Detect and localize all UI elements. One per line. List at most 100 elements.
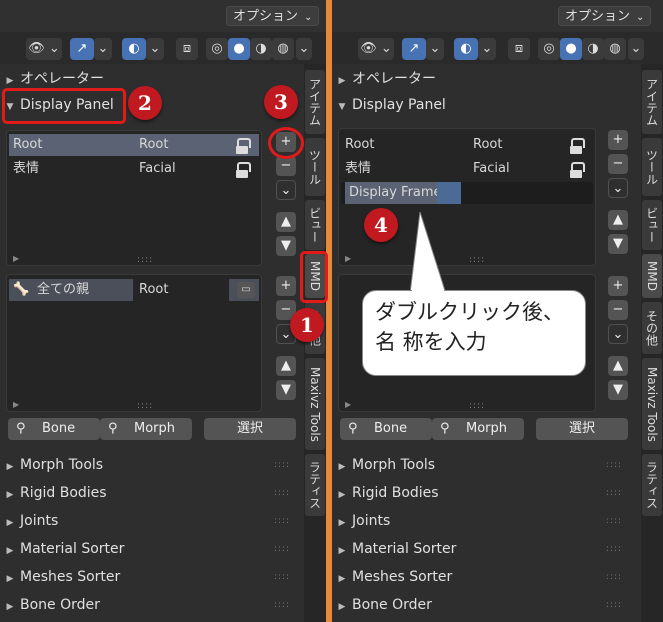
overlay-icon[interactable]: ◐ bbox=[122, 38, 146, 60]
remove-item-button[interactable]: − bbox=[608, 300, 628, 320]
sidebar-content: ▶ オペレーター ▼ Display Panel Root Root 表情 Faci… bbox=[0, 64, 304, 622]
wireframe-shading-icon[interactable]: ◎ bbox=[206, 38, 228, 60]
header-bar: オプション ⌄ 👁 ⌄ ↗ ⌄ ◐ ⌄ ⧈ ◎ ● ◑ ◍ ⌄ bbox=[0, 0, 326, 64]
callout-2: 2 bbox=[128, 86, 162, 120]
item-menu-chevron-icon[interactable]: ⌄ bbox=[608, 324, 628, 344]
monitor-icon[interactable]: ▭ bbox=[237, 282, 255, 298]
text-cursor-highlight bbox=[437, 182, 461, 204]
tab-maxivz-tools[interactable]: Maxivz Tools bbox=[642, 358, 662, 450]
section-operator[interactable]: ▶ オペレーター bbox=[332, 66, 632, 92]
chevron-down-icon: ⌄ bbox=[636, 12, 645, 23]
material-shading-icon[interactable]: ◑ bbox=[582, 38, 604, 60]
rendered-shading-icon[interactable]: ◍ bbox=[604, 38, 626, 60]
section-meshes-sorter[interactable]: ▶ Meshes Sorter:::: bbox=[332, 564, 632, 590]
chevron-down-icon[interactable]: ⌄ bbox=[146, 38, 164, 60]
chevron-down-icon[interactable]: ⌄ bbox=[628, 38, 644, 60]
options-dropdown[interactable]: オプション ⌄ bbox=[226, 6, 320, 26]
add-item-button[interactable]: + bbox=[608, 276, 628, 296]
tab-tool[interactable]: ツール bbox=[305, 138, 325, 196]
tab-other[interactable]: その他 bbox=[642, 302, 662, 354]
section-rigid-bodies[interactable]: ▶ Rigid Bodies:::: bbox=[0, 480, 300, 506]
chevron-down-icon[interactable]: ⌄ bbox=[94, 38, 112, 60]
add-frame-button[interactable]: + bbox=[608, 130, 628, 150]
section-joints[interactable]: ▶ Joints:::: bbox=[0, 508, 300, 534]
display-frame-list: Root Root 表情 Facial Display Frame ▶ :::: bbox=[338, 128, 596, 266]
item-move-up-button[interactable]: ▲ bbox=[276, 356, 296, 376]
wireframe-shading-icon[interactable]: ◎ bbox=[538, 38, 560, 60]
item-move-down-button[interactable]: ▼ bbox=[608, 380, 628, 400]
item-move-up-button[interactable]: ▲ bbox=[608, 356, 628, 376]
resize-grip-icon[interactable]: :::: bbox=[137, 401, 153, 411]
xray-icon[interactable]: ⧈ bbox=[508, 38, 530, 60]
tab-maxivz-tools[interactable]: Maxivz Tools bbox=[305, 358, 325, 450]
select-button[interactable]: 選択 bbox=[536, 418, 628, 440]
section-bone-order[interactable]: ▶ Bone Order:::: bbox=[332, 592, 632, 618]
list-item[interactable]: 表情 Facial bbox=[341, 158, 593, 180]
resize-grip-icon[interactable]: :::: bbox=[469, 255, 485, 265]
list-item[interactable]: 🦴 全ての親 Root ▭ bbox=[9, 279, 259, 301]
remove-frame-button[interactable]: − bbox=[276, 156, 296, 176]
tab-view[interactable]: ビュー bbox=[642, 200, 662, 250]
section-material-sorter[interactable]: ▶ Material Sorter:::: bbox=[332, 536, 632, 562]
xray-icon[interactable]: ⧈ bbox=[176, 38, 198, 60]
section-morph-tools[interactable]: ▶ Morph Tools:::: bbox=[0, 452, 300, 478]
bone-button[interactable]: ⚲ Bone bbox=[340, 418, 432, 440]
section-joints[interactable]: ▶ Joints:::: bbox=[332, 508, 632, 534]
expand-triangle-icon[interactable]: ▶ bbox=[13, 254, 19, 263]
bone-button[interactable]: ⚲ Bone bbox=[8, 418, 100, 440]
add-item-button[interactable]: + bbox=[276, 276, 296, 296]
expand-triangle-icon[interactable]: ▶ bbox=[345, 400, 351, 409]
remove-frame-button[interactable]: − bbox=[608, 154, 628, 174]
chevron-down-icon[interactable]: ⌄ bbox=[296, 38, 312, 60]
move-down-button[interactable]: ▼ bbox=[276, 236, 296, 256]
rendered-shading-icon[interactable]: ◍ bbox=[272, 38, 294, 60]
options-dropdown[interactable]: オプション ⌄ bbox=[558, 6, 652, 26]
gizmo-icon[interactable]: ↗ bbox=[402, 38, 426, 60]
item-move-down-button[interactable]: ▼ bbox=[276, 380, 296, 400]
material-shading-icon[interactable]: ◑ bbox=[250, 38, 272, 60]
visibility-eye-icon[interactable]: 👁 ⌄ bbox=[26, 38, 62, 60]
solid-shading-icon[interactable]: ● bbox=[228, 38, 250, 60]
section-bone-order[interactable]: ▶ Bone Order:::: bbox=[0, 592, 300, 618]
chevron-down-icon[interactable]: ⌄ bbox=[478, 38, 496, 60]
tab-tool[interactable]: ツール bbox=[642, 138, 662, 196]
resize-grip-icon[interactable]: :::: bbox=[469, 401, 485, 411]
callout-3: 3 bbox=[264, 85, 298, 119]
chevron-down-icon[interactable]: ⌄ bbox=[426, 38, 444, 60]
morph-button[interactable]: ⚲ Morph bbox=[432, 418, 524, 440]
section-rigid-bodies[interactable]: ▶ Rigid Bodies:::: bbox=[332, 480, 632, 506]
tab-lattice[interactable]: ラティス bbox=[305, 454, 325, 516]
tab-lattice[interactable]: ラティス bbox=[642, 454, 662, 516]
gizmo-icon[interactable]: ↗ bbox=[70, 38, 94, 60]
tab-mmd[interactable]: MMD bbox=[642, 254, 662, 298]
morph-button[interactable]: ⚲ Morph bbox=[100, 418, 192, 440]
new-frame-name-field[interactable]: Display Frame bbox=[341, 182, 593, 204]
frame-menu-chevron-icon[interactable]: ⌄ bbox=[608, 178, 628, 198]
section-material-sorter[interactable]: ▶ Material Sorter:::: bbox=[0, 536, 300, 562]
frame-items-list: 🦴 全ての親 Root ▭ ▶ :::: bbox=[6, 274, 262, 412]
expand-triangle-icon[interactable]: ▶ bbox=[13, 400, 19, 409]
section-display-panel[interactable]: ▼ Display Panel bbox=[332, 92, 632, 118]
move-up-button[interactable]: ▲ bbox=[276, 212, 296, 232]
move-up-button[interactable]: ▲ bbox=[608, 210, 628, 230]
tab-item[interactable]: アイテム bbox=[642, 70, 662, 134]
list-item[interactable]: 表情 Facial bbox=[9, 158, 259, 180]
tab-view[interactable]: ビュー bbox=[305, 200, 325, 250]
section-meshes-sorter[interactable]: ▶ Meshes Sorter:::: bbox=[0, 564, 300, 590]
expand-triangle-icon[interactable]: ▶ bbox=[345, 254, 351, 263]
options-label: オプション bbox=[233, 9, 299, 24]
bubble-line-2: 名 称を入力 bbox=[375, 330, 487, 354]
tab-item[interactable]: アイテム bbox=[305, 70, 325, 134]
sidebar-tabs: アイテム ツール ビュー MMD その他 Maxivz Tools ラティス bbox=[304, 64, 326, 622]
resize-grip-icon[interactable]: :::: bbox=[137, 255, 153, 265]
sidebar-tabs: アイテム ツール ビュー MMD その他 Maxivz Tools ラティス bbox=[641, 64, 663, 622]
overlay-icon[interactable]: ◐ bbox=[454, 38, 478, 60]
move-down-button[interactable]: ▼ bbox=[608, 234, 628, 254]
section-morph-tools[interactable]: ▶ Morph Tools:::: bbox=[332, 452, 632, 478]
visibility-eye-icon[interactable]: 👁 ⌄ bbox=[358, 38, 394, 60]
select-button[interactable]: 選択 bbox=[204, 418, 296, 440]
list-item[interactable]: Root Root bbox=[9, 134, 259, 156]
list-item[interactable]: Root Root bbox=[341, 134, 593, 156]
solid-shading-icon[interactable]: ● bbox=[560, 38, 582, 60]
frame-menu-chevron-icon[interactable]: ⌄ bbox=[276, 180, 296, 200]
